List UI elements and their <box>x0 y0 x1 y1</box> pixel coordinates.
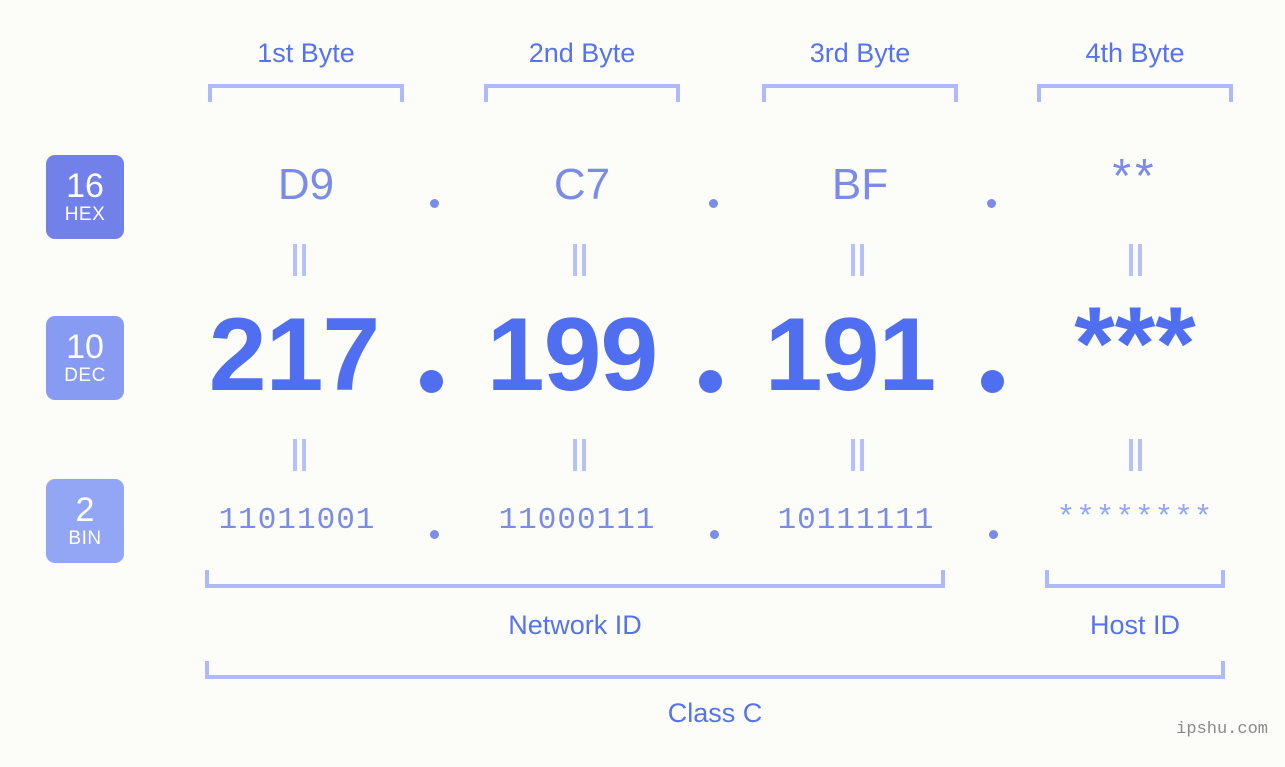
bin-byte-2: 11000111 <box>498 503 656 538</box>
dec-separator-dot-2 <box>699 370 722 393</box>
radix-badge-dec-number: 10 <box>66 328 104 366</box>
hex-byte-1: D9 <box>277 160 335 209</box>
byte-bracket-1 <box>208 84 404 102</box>
byte-header-4: 4th Byte <box>1085 38 1185 68</box>
class-label: Class C <box>667 698 763 728</box>
bin-separator-dot-2 <box>710 530 719 539</box>
radix-badge-bin-name: BIN <box>68 528 102 549</box>
byte-header-3: 3rd Byte <box>809 38 911 68</box>
bin-byte-1: 11011001 <box>218 503 376 538</box>
equals-separator-hex-dec-1 <box>293 244 307 276</box>
byte-bracket-4 <box>1037 84 1233 102</box>
dec-byte-1: 217 <box>208 297 381 413</box>
dec-separator-dot-3 <box>981 370 1004 393</box>
hex-byte-4: ** <box>1112 150 1158 203</box>
bin-byte-3: 10111111 <box>777 503 935 538</box>
byte-bracket-3 <box>762 84 958 102</box>
bin-separator-dot-3 <box>989 530 998 539</box>
hex-separator-dot-1 <box>430 199 439 208</box>
host-id-bracket <box>1045 570 1225 588</box>
radix-badge-bin[interactable]: 2 BIN <box>46 479 124 563</box>
radix-badge-hex-name: HEX <box>64 204 106 225</box>
hex-byte-2: C7 <box>553 160 611 209</box>
network-id-bracket <box>205 570 945 588</box>
radix-badge-dec[interactable]: 10 DEC <box>46 316 124 400</box>
byte-header-1: 1st Byte <box>257 38 355 68</box>
radix-badge-hex-number: 16 <box>66 167 104 205</box>
dec-byte-2: 199 <box>486 297 659 413</box>
dec-separator-dot-1 <box>420 370 443 393</box>
equals-separator-dec-bin-1 <box>293 439 307 471</box>
radix-badge-bin-number: 2 <box>75 491 95 529</box>
bin-separator-dot-1 <box>430 530 439 539</box>
byte-bracket-2 <box>484 84 680 102</box>
hex-separator-dot-3 <box>987 199 996 208</box>
byte-header-2: 2nd Byte <box>528 38 636 68</box>
ip-address-breakdown-diagram: 1st Byte 2nd Byte 3rd Byte 4th Byte 16 H… <box>0 0 1285 767</box>
class-bracket <box>205 661 1225 679</box>
bin-byte-4: ******** <box>1056 501 1214 536</box>
equals-separator-dec-bin-3 <box>851 439 865 471</box>
network-id-label: Network ID <box>508 610 642 640</box>
watermark: ipshu.com <box>1176 720 1268 739</box>
equals-separator-hex-dec-3 <box>851 244 865 276</box>
hex-byte-3: BF <box>831 160 889 209</box>
equals-separator-dec-bin-2 <box>573 439 587 471</box>
radix-badge-hex[interactable]: 16 HEX <box>46 155 124 239</box>
radix-badge-dec-name: DEC <box>64 365 106 386</box>
equals-separator-hex-dec-2 <box>573 244 587 276</box>
equals-separator-dec-bin-4 <box>1129 439 1143 471</box>
equals-separator-hex-dec-4 <box>1129 244 1143 276</box>
dec-byte-3: 191 <box>764 297 937 413</box>
dec-byte-4: *** <box>1074 286 1196 402</box>
hex-separator-dot-2 <box>709 199 718 208</box>
host-id-label: Host ID <box>1089 610 1181 640</box>
